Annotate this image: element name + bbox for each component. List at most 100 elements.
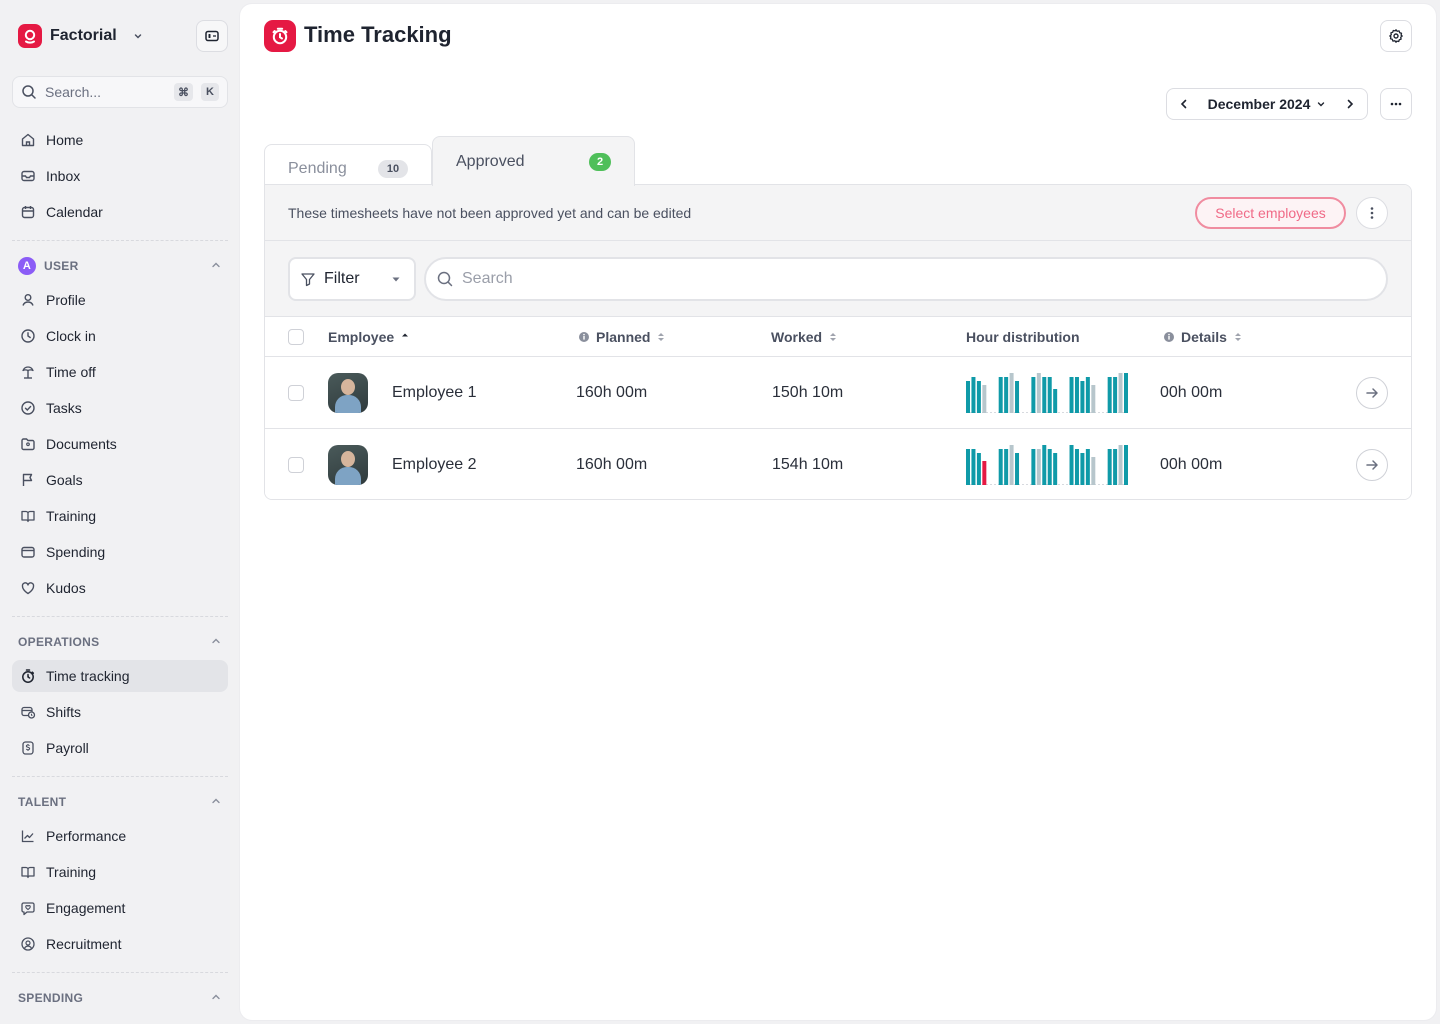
employee-name[interactable]: Employee 1 (392, 357, 477, 429)
chevron-down-icon (1318, 102, 1325, 107)
distribution-bar (1080, 453, 1085, 485)
row-checkbox-cell[interactable] (288, 429, 304, 499)
row-open-cell[interactable] (1356, 429, 1388, 499)
sidebar-item-profile[interactable]: Profile (12, 284, 228, 316)
distribution-bar (1047, 449, 1052, 485)
row-checkbox[interactable] (288, 385, 304, 401)
sidebar-item-home[interactable]: Home (12, 124, 228, 156)
row-checkbox-cell[interactable] (288, 357, 304, 429)
column-label: Planned (596, 329, 651, 345)
sidebar-item-label: Clock in (46, 328, 96, 344)
distribution-bar (1069, 445, 1074, 485)
brand-switcher[interactable]: Factorial (18, 24, 147, 48)
sidebar-item-talent-training[interactable]: Training (12, 856, 228, 888)
tab-label: Approved (456, 152, 525, 170)
sidebar-item-calendar[interactable]: Calendar (12, 196, 228, 228)
sidebar-item-label: Calendar (46, 204, 103, 220)
sidebar-item-time-tracking[interactable]: Time tracking (12, 660, 228, 692)
employee-name[interactable]: Employee 2 (392, 429, 477, 499)
approved-count-badge: 2 (589, 152, 611, 171)
chevron-right-icon[interactable] (1341, 95, 1359, 113)
select-all-checkbox-cell[interactable] (288, 317, 304, 357)
column-employee[interactable]: Employee (328, 317, 410, 357)
distribution-bar (976, 381, 981, 413)
row-open-cell[interactable] (1356, 357, 1388, 429)
chevron-up-icon[interactable] (210, 795, 222, 810)
employee-avatar-cell (328, 357, 368, 429)
chevron-up-icon[interactable] (210, 259, 222, 274)
sidebar-item-clock-in[interactable]: Clock in (12, 320, 228, 352)
distribution-bar (1124, 373, 1128, 413)
shortcut-cmd-key: ⌘ (174, 83, 193, 101)
inbox-icon (20, 168, 36, 184)
column-label: Details (1181, 329, 1227, 345)
sidebar-search[interactable]: Search... ⌘ K (12, 76, 228, 108)
main-panel: Time Tracking December 2024 Pending 10 A… (240, 4, 1436, 1020)
hour-distribution-cell (966, 429, 1128, 499)
sidebar-toggle-button[interactable] (196, 20, 228, 52)
chevron-left-icon[interactable] (1175, 95, 1193, 113)
page-title: Time Tracking (304, 22, 452, 47)
sidebar-item-time-off[interactable]: Time off (12, 356, 228, 388)
table-search[interactable] (424, 257, 1388, 301)
row-actions-button[interactable] (1356, 197, 1388, 229)
search-icon (437, 271, 453, 287)
column-details[interactable]: Details (1163, 317, 1243, 357)
select-all-checkbox[interactable] (288, 329, 304, 345)
more-options-button[interactable] (1380, 88, 1412, 120)
distribution-bar (1124, 445, 1128, 485)
table-row[interactable]: Employee 2 160h 00m 154h 10m 00h 00m (265, 429, 1411, 499)
sidebar-item-training[interactable]: Training (12, 500, 228, 532)
section-header-user[interactable]: A USER (18, 256, 222, 276)
sidebar-item-goals[interactable]: Goals (12, 464, 228, 496)
table-row[interactable]: Employee 1 160h 00m 150h 10m 00h 00m (265, 357, 1411, 429)
column-planned[interactable]: Planned (578, 317, 666, 357)
section-header-operations[interactable]: OPERATIONS (18, 632, 222, 652)
settings-button[interactable] (1380, 20, 1412, 52)
distribution-bar (1107, 377, 1112, 413)
section-header-talent[interactable]: TALENT (18, 792, 222, 812)
chevron-up-icon[interactable] (210, 991, 222, 1006)
info-icon[interactable] (1163, 331, 1175, 343)
filter-dropdown[interactable]: Filter (288, 257, 416, 301)
arrow-right-icon (1366, 460, 1378, 470)
distribution-bar (1091, 385, 1096, 413)
chevron-up-icon[interactable] (210, 635, 222, 650)
month-picker[interactable]: December 2024 (1166, 88, 1368, 120)
column-worked[interactable]: Worked (771, 317, 838, 357)
sort-icon (830, 333, 837, 341)
sidebar-item-label: Kudos (46, 580, 86, 596)
distribution-bar (1085, 449, 1090, 485)
distribution-bar (1015, 453, 1020, 485)
sidebar-item-shifts[interactable]: Shifts (12, 696, 228, 728)
month-selector[interactable]: December 2024 (1208, 96, 1327, 112)
sidebar-item-performance[interactable]: Performance (12, 820, 228, 852)
section-title: USER (44, 259, 79, 273)
sidebar-divider (12, 240, 228, 241)
person-icon (20, 292, 36, 308)
chevron-down-icon[interactable] (129, 27, 147, 45)
check-circle-icon (20, 400, 36, 416)
sidebar-item-tasks[interactable]: Tasks (12, 392, 228, 424)
details-hours: 00h 00m (1160, 456, 1223, 473)
section-title: TALENT (18, 795, 67, 809)
tab-approved[interactable]: Approved 2 (432, 136, 635, 186)
sidebar-search-placeholder: Search... (45, 84, 102, 100)
open-row-button[interactable] (1356, 449, 1388, 481)
sidebar-item-engagement[interactable]: Engagement (12, 892, 228, 924)
select-employees-button[interactable]: Select employees (1195, 197, 1346, 229)
sidebar-item-spending[interactable]: Spending (12, 536, 228, 568)
sidebar-item-recruitment[interactable]: Recruitment (12, 928, 228, 960)
sidebar-item-documents[interactable]: Documents (12, 428, 228, 460)
distribution-bar (1107, 449, 1112, 485)
sidebar-item-inbox[interactable]: Inbox (12, 160, 228, 192)
search-input[interactable] (462, 270, 1342, 288)
sidebar-item-payroll[interactable]: Payroll (12, 732, 228, 764)
sidebar-item-kudos[interactable]: Kudos (12, 572, 228, 604)
distribution-bar (1047, 377, 1052, 413)
row-checkbox[interactable] (288, 457, 304, 473)
info-icon[interactable] (578, 331, 590, 343)
section-header-spending[interactable]: SPENDING (18, 988, 222, 1008)
open-row-button[interactable] (1356, 377, 1388, 409)
distribution-bar (1074, 449, 1079, 485)
